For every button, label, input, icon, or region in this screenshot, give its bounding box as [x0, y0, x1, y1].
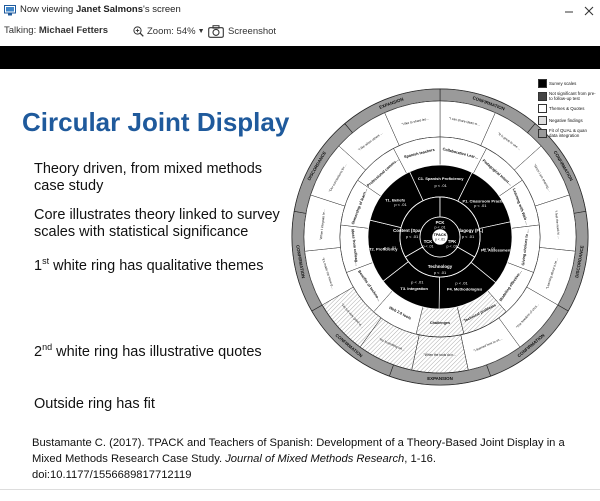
legend-label: Negative findings — [549, 118, 583, 123]
survey-scale-value: p < .01 — [384, 245, 397, 250]
zoom-icon — [133, 25, 144, 37]
talking-indicator: Talking: Michael Fetters — [4, 25, 108, 36]
slide-title: Circular Joint Display — [22, 107, 290, 137]
legend-label: Themes & Quotes — [549, 106, 585, 111]
legend-label: Fit of QUAL & quan data integration — [549, 128, 587, 138]
bullet-5: Outside ring has fit — [34, 396, 155, 413]
chevron-down-icon: ▼ — [197, 27, 205, 35]
core-sector-value: p < .01 — [422, 245, 433, 249]
screenshot-label: Screenshot — [228, 25, 277, 37]
core-sector-label: TPK — [448, 239, 456, 244]
bullet-1-line-1: Theory driven, from mixed methods — [34, 161, 263, 177]
viewer-toolbar: Talking: Michael Fetters Zoom: 54% ▼ Scre… — [0, 22, 600, 46]
survey-scale-value: p < .01 — [455, 280, 468, 285]
minimize-icon[interactable] — [560, 2, 578, 20]
zoom-label: Zoom: 54% — [147, 25, 196, 37]
survey-scale-value: p < .01 — [434, 183, 447, 188]
survey-scale-label: C1. Spanish Proficiency — [418, 176, 464, 181]
citation: Bustamante C. (2017). TPACK and Teachers… — [32, 435, 592, 483]
legend-swatch — [538, 104, 547, 113]
legend-item: Not significant from pre-to follow-up te… — [538, 91, 596, 101]
citation-journal: Journal of Mixed Methods Research — [225, 453, 405, 465]
survey-scale-value: p < .01 — [411, 280, 424, 285]
title-prefix: Now viewing — [20, 4, 76, 15]
bullet-2: Core illustrates theory linked to survey… — [34, 207, 280, 241]
survey-scale-value: p < .01 — [474, 203, 487, 208]
bullet-3-number: 1 — [34, 257, 43, 274]
center-value: p < .01 — [435, 238, 445, 242]
bullet-4-number: 2 — [34, 343, 43, 360]
legend-item: Fit of QUAL & quan data integration — [538, 128, 596, 138]
legend-item: Survey scales — [538, 79, 596, 88]
screenshot-button[interactable]: Screenshot — [208, 22, 276, 40]
title-suffix: 's screen — [143, 4, 181, 15]
legend-swatch — [538, 128, 547, 138]
legend-label: Survey scales — [549, 81, 577, 86]
legend-item: Themes & Quotes — [538, 104, 596, 113]
survey-scale-label: T3. Integration — [400, 286, 428, 291]
bullet-4-text: white ring has illustrative quotes — [52, 343, 262, 360]
bullet-1-line-2: case study — [34, 178, 104, 194]
domain-label: Technology — [428, 264, 453, 269]
zoom-dropdown[interactable]: Zoom: 54% ▼ — [133, 23, 205, 39]
core-sector-label: PCK — [436, 220, 445, 225]
bullet-4: 2nd white ring has illustrative quotes — [34, 339, 262, 361]
bullet-3-text: white ring has qualitative themes — [49, 257, 264, 274]
domain-value: p < .01 — [434, 270, 447, 275]
bullet-1: Theory driven, from mixed methods case st… — [34, 161, 262, 195]
legend-item: Negative findings — [538, 116, 596, 125]
bullet-2-line-2: scales with statistical significance — [34, 224, 249, 240]
legend-swatch — [538, 91, 547, 101]
talking-name: Michael Fetters — [38, 25, 109, 36]
legend-swatch — [538, 79, 547, 88]
shared-slide: Circular Joint Display Theory driven, fr… — [0, 69, 600, 489]
core-sector-value: p < .01 — [446, 245, 457, 249]
survey-scale-value: p < .01 — [483, 246, 496, 251]
camera-icon — [208, 24, 224, 38]
survey-scale-label: P4. Methodologies — [447, 287, 483, 292]
theme-text: Challenges — [430, 321, 450, 325]
bullet-5-line-1: Outside ring has fit — [34, 396, 155, 412]
legend-swatch — [538, 116, 547, 125]
domain-value: p < .01 — [462, 234, 475, 239]
window-title: Now viewing Janet Salmons's screen — [20, 4, 181, 15]
close-icon[interactable] — [580, 2, 598, 20]
center-label: TPACK — [434, 233, 447, 237]
survey-scale-value: p < .01 — [394, 202, 407, 207]
core-sector-label: TCK — [424, 239, 433, 244]
diagram-legend: Survey scales Not significant from pre-to… — [538, 79, 596, 141]
viewer-footer — [0, 489, 600, 501]
bullet-2-line-1: Core illustrates theory linked to survey — [34, 207, 280, 223]
legend-label: Not significant from pre-to follow-up te… — [549, 91, 596, 101]
quote-text: "When the tools do n… — [424, 353, 457, 357]
screen-share-app-icon — [4, 5, 16, 16]
domain-value: p < .01 — [406, 234, 419, 239]
bullet-4-suffix: nd — [42, 342, 53, 352]
window-titlebar: Now viewing Janet Salmons's screen — [0, 0, 600, 22]
fit-ring-label: EXPANSION — [427, 376, 453, 381]
talking-label: Talking: — [4, 25, 39, 36]
bullet-3: 1st white ring has qualitative themes — [34, 253, 264, 275]
letterbox-bar-top — [0, 46, 600, 69]
presenter-name: Janet Salmons — [75, 4, 144, 15]
